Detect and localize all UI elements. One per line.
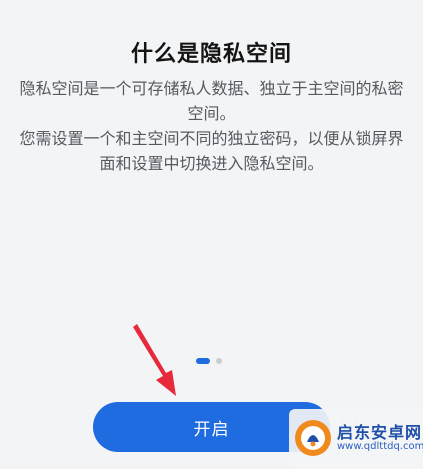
- description-line-1: 隐私空间是一个可存储私人数据、独立于主空间的私密空间。: [19, 79, 404, 123]
- page-title: 什么是隐私空间: [130, 42, 292, 67]
- page-dot: [216, 358, 222, 364]
- qidong-logo-icon: [295, 420, 331, 456]
- description: 隐私空间是一个可存储私人数据、独立于主空间的私密空间。 您需设置一个和主空间不同…: [18, 76, 405, 176]
- page-indicator: [196, 357, 222, 365]
- watermark-name: 启东安卓网: [337, 422, 423, 442]
- watermark-url: www.qdlttdq.com: [337, 441, 423, 453]
- page-dot-active: [196, 358, 210, 364]
- red-arrow-icon: [133, 324, 176, 396]
- description-line-2: 您需设置一个和主空间不同的独立密码，以便从锁屏界面和设置中切换进入隐私空间。: [19, 129, 404, 173]
- watermark: 启东安卓网 www.qdlttdq.com: [289, 409, 423, 467]
